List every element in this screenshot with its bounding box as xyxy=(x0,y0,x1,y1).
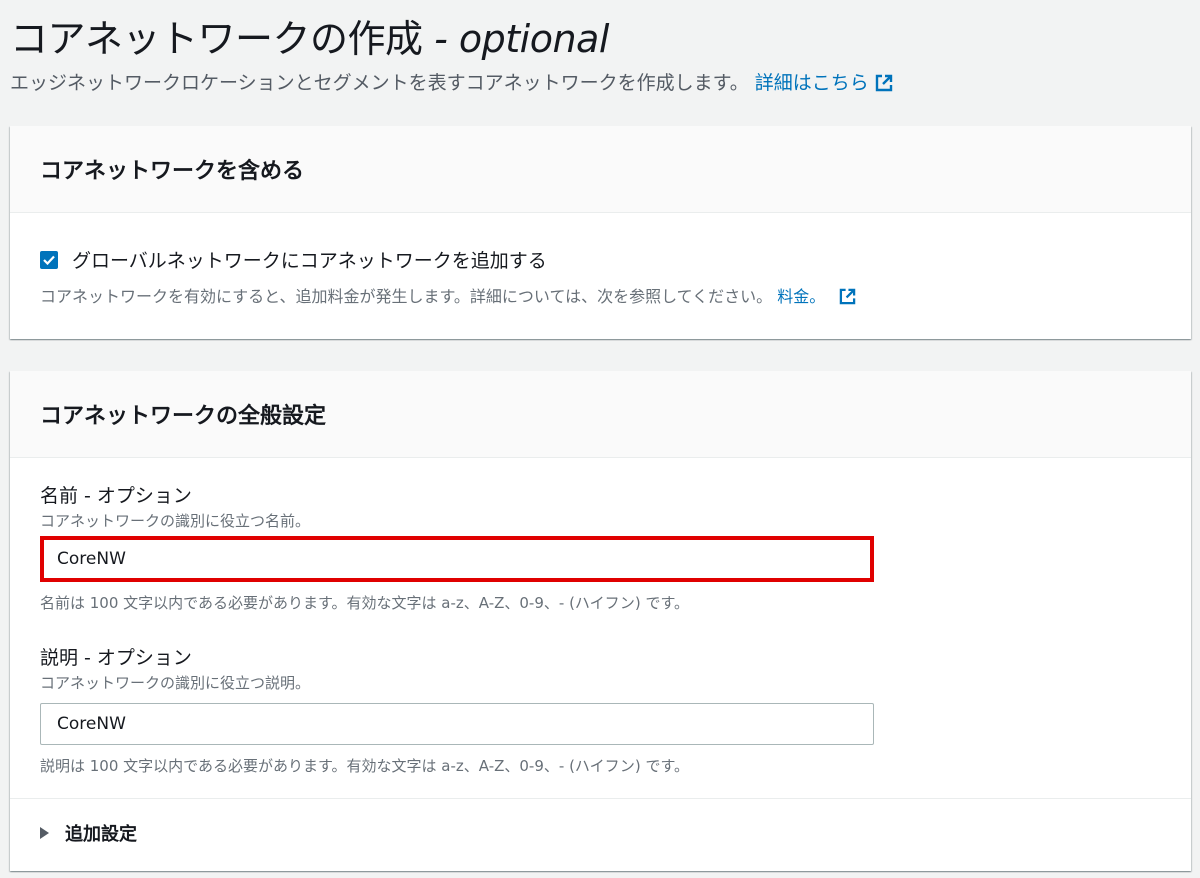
caret-right-icon[interactable] xyxy=(40,827,49,839)
name-input[interactable]: CoreNW xyxy=(40,536,874,582)
general-panel-header: コアネットワークの全般設定 xyxy=(10,371,1191,458)
name-constraint: 名前は 100 文字以内である必要があります。有効な文字は a-z、A-Z、0-… xyxy=(40,594,690,612)
add-core-network-label[interactable]: グローバルネットワークにコアネットワークを追加する xyxy=(72,246,547,273)
external-link-icon[interactable] xyxy=(839,288,856,309)
include-core-network-panel: コアネットワークを含める グローバルネットワークにコアネットワークを追加する コ… xyxy=(10,126,1191,339)
include-panel-header: コアネットワークを含める xyxy=(10,126,1191,213)
general-settings-panel: コアネットワークの全般設定 名前 - オプション コアネットワークの識別に役立つ… xyxy=(10,371,1191,871)
panel-divider xyxy=(10,798,1191,799)
checkmark-icon xyxy=(43,255,55,265)
page-title: コアネットワークの作成 - optional xyxy=(10,17,609,61)
name-description: コアネットワークの識別に役立つ名前。 xyxy=(40,512,311,530)
checkbox-description: コアネットワークを有効にすると、追加料金が発生します。詳細については、次を参照し… xyxy=(40,283,856,309)
description-constraint: 説明は 100 文字以内である必要があります。有効な文字は a-z、A-Z、0-… xyxy=(40,757,690,775)
learn-more-link[interactable]: 詳細はこちら xyxy=(755,72,869,94)
external-link-icon[interactable] xyxy=(875,74,893,97)
description-input[interactable]: CoreNW xyxy=(40,703,874,745)
name-label: 名前 - オプション xyxy=(40,485,192,507)
additional-settings-label[interactable]: 追加設定 xyxy=(65,820,137,846)
add-core-network-checkbox[interactable] xyxy=(40,250,58,269)
description-description: コアネットワークの識別に役立つ説明。 xyxy=(40,674,311,692)
pricing-link[interactable]: 料金。 xyxy=(777,287,825,306)
description-label: 説明 - オプション xyxy=(40,647,192,669)
additional-settings-expander[interactable]: 追加設定 xyxy=(40,820,137,846)
add-core-network-checkbox-row[interactable]: グローバルネットワークにコアネットワークを追加する xyxy=(40,246,547,273)
title-optional-suffix: - optional xyxy=(422,17,609,61)
page-description: エッジネットワークロケーションとセグメントを表すコアネットワークを作成します。 … xyxy=(10,68,893,97)
